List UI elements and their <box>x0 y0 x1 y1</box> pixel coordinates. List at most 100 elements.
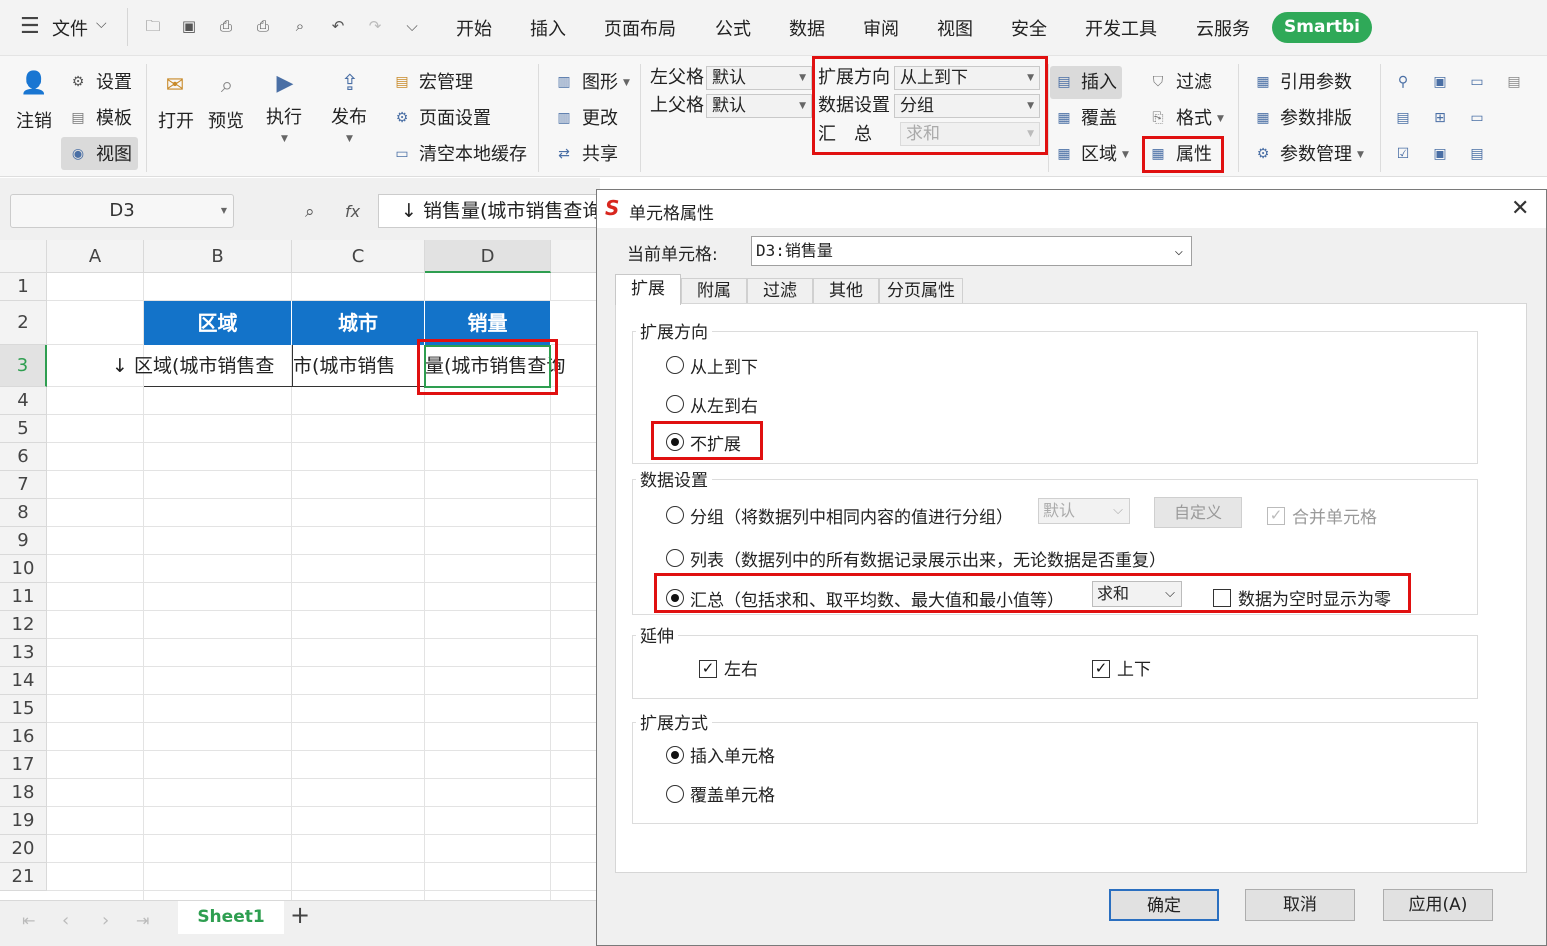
cell-b3[interactable]: ↓ 区域(城市销售查 <box>112 345 292 387</box>
widget-dropdown-icon[interactable]: ▣ <box>1431 73 1449 91</box>
share-icon[interactable]: ⇄ <box>555 145 573 163</box>
preview-icon[interactable]: ⌕ <box>214 72 240 100</box>
row-header[interactable]: 15 <box>0 695 47 723</box>
hamburger-icon[interactable]: ☰ <box>20 14 40 39</box>
widget-checkbox-icon[interactable]: ☑ <box>1394 145 1412 163</box>
widget-pin-icon[interactable]: ⚲ <box>1394 73 1412 91</box>
page-setup-icon[interactable]: ⚙ <box>393 109 411 127</box>
corner-select-all[interactable] <box>0 240 47 273</box>
save-icon[interactable]: ▣ <box>181 18 197 34</box>
view-button[interactable]: 视图 <box>96 144 132 166</box>
print-icon[interactable]: ⎙ <box>255 18 271 34</box>
radio-no-expand[interactable] <box>666 433 684 451</box>
summary-select[interactable]: 求和 ▼ <box>900 122 1040 146</box>
widget-date-icon[interactable]: ▣ <box>1431 145 1449 163</box>
current-cell-select[interactable]: D3:销售量 ⌵ <box>751 236 1192 266</box>
param-manage-dropdown-icon[interactable]: ▼ <box>1357 150 1364 160</box>
radio-list[interactable] <box>666 549 684 567</box>
open-folder-icon[interactable]: 🗀 <box>145 18 161 34</box>
widget-list-icon[interactable]: ▤ <box>1505 73 1523 91</box>
change-icon[interactable]: ▥ <box>555 109 573 127</box>
menu-tab-review[interactable]: 审阅 <box>863 15 899 41</box>
ref-param-button[interactable]: 引用参数 <box>1280 72 1352 94</box>
name-box[interactable]: D3 ▼ <box>10 194 234 228</box>
change-button[interactable]: 更改 <box>582 108 618 130</box>
menu-tab-cloud[interactable]: 云服务 <box>1196 15 1250 41</box>
print-preview-icon[interactable]: ⌕ <box>292 18 308 34</box>
menu-tab-home[interactable]: 开始 <box>456 15 492 41</box>
empty-as-zero-checkbox[interactable] <box>1213 589 1231 607</box>
radio-insert-cells[interactable] <box>666 746 684 764</box>
row-header[interactable]: 14 <box>0 667 47 695</box>
user-logout-icon[interactable]: 👤 <box>20 70 47 98</box>
radio-summary[interactable] <box>666 589 684 607</box>
cell-c3[interactable]: 市(城市销售 <box>292 345 425 387</box>
menu-tab-developer[interactable]: 开发工具 <box>1085 15 1157 41</box>
group-select[interactable]: 默认 ⌵ <box>1038 498 1130 524</box>
zoom-icon[interactable]: ⌕ <box>305 202 315 222</box>
area-dropdown-icon[interactable]: ▼ <box>1122 150 1129 160</box>
row-header[interactable]: 11 <box>0 583 47 611</box>
row-header[interactable]: 20 <box>0 835 47 863</box>
chevron-down-icon[interactable]: ⌵ <box>96 16 107 32</box>
tab-filter[interactable]: 过滤 <box>747 278 813 304</box>
chart-icon[interactable]: ▥ <box>555 73 573 91</box>
param-layout-button[interactable]: 参数排版 <box>1280 108 1352 130</box>
param-manage-icon[interactable]: ⚙ <box>1254 145 1272 163</box>
expand-direction-select[interactable]: 从上到下 ▼ <box>894 66 1040 90</box>
row-header[interactable]: 16 <box>0 723 47 751</box>
settings-button[interactable]: 设置 <box>96 72 132 94</box>
top-parent-select[interactable]: 默认 ▼ <box>706 94 812 118</box>
property-icon[interactable]: ▦ <box>1149 145 1167 163</box>
radio-group[interactable] <box>666 506 684 524</box>
row-header[interactable]: 18 <box>0 779 47 807</box>
widget-panel-icon[interactable]: ▭ <box>1468 73 1486 91</box>
menu-tab-view[interactable]: 视图 <box>937 15 973 41</box>
macro-manage-button[interactable]: 宏管理 <box>419 72 473 94</box>
area-button[interactable]: 区域 <box>1081 144 1117 166</box>
chart-dropdown-icon[interactable]: ▼ <box>623 78 630 88</box>
template-button[interactable]: 模板 <box>96 108 132 130</box>
extend-left-right-checkbox[interactable]: ✓ <box>699 660 717 678</box>
next-sheet-icon[interactable]: › <box>102 910 109 931</box>
share-button[interactable]: 共享 <box>582 144 618 166</box>
row-header[interactable]: 6 <box>0 443 47 471</box>
overwrite-icon[interactable]: ▦ <box>1055 109 1073 127</box>
row-header[interactable]: 3 <box>0 345 47 387</box>
page-setup-button[interactable]: 页面设置 <box>419 108 491 130</box>
custom-button[interactable]: 自定义 <box>1154 497 1242 528</box>
macro-icon[interactable]: ▤ <box>393 73 411 91</box>
header-cell-sales[interactable]: 销量 <box>425 301 551 345</box>
clear-cache-button[interactable]: 清空本地缓存 <box>419 144 527 166</box>
column-header-c[interactable]: C <box>292 240 425 273</box>
sheet-tab-sheet1[interactable]: Sheet1 <box>178 901 284 934</box>
row-header[interactable]: 1 <box>0 273 47 301</box>
chart-button[interactable]: 图形 <box>582 72 618 94</box>
format-icon[interactable]: ⎘ <box>1149 109 1167 127</box>
row-header[interactable]: 21 <box>0 863 47 891</box>
clear-cache-icon[interactable]: ▭ <box>393 145 411 163</box>
menu-tab-smartbi[interactable]: Smartbi <box>1272 12 1372 43</box>
widget-text-icon[interactable]: ▤ <box>1468 145 1486 163</box>
widget-input-icon[interactable]: ▭ <box>1468 109 1486 127</box>
customize-icon[interactable]: ⌵ <box>404 18 420 34</box>
radio-top-to-bottom[interactable] <box>666 356 684 374</box>
menu-tab-insert[interactable]: 插入 <box>530 15 566 41</box>
ok-button[interactable]: 确定 <box>1109 889 1219 921</box>
row-header[interactable]: 2 <box>0 301 47 345</box>
pdf-icon[interactable]: ⎙ <box>218 18 234 34</box>
publish-button[interactable]: 发布 <box>331 107 367 129</box>
column-header-a[interactable]: A <box>47 240 144 273</box>
insert-button[interactable]: 插入 <box>1081 72 1117 94</box>
data-setting-select[interactable]: 分组 ▼ <box>894 94 1040 118</box>
row-header[interactable]: 7 <box>0 471 47 499</box>
column-header-b[interactable]: B <box>144 240 292 273</box>
row-header[interactable]: 9 <box>0 527 47 555</box>
execute-button[interactable]: 执行 <box>266 107 302 129</box>
last-sheet-icon[interactable]: ⇥ <box>136 911 149 930</box>
tab-paging[interactable]: 分页属性 <box>879 278 963 304</box>
filter-icon[interactable]: ⛉ <box>1149 73 1167 91</box>
property-button[interactable]: 属性 <box>1176 144 1212 166</box>
widget-table-icon[interactable]: ▤ <box>1394 109 1412 127</box>
row-header[interactable]: 17 <box>0 751 47 779</box>
